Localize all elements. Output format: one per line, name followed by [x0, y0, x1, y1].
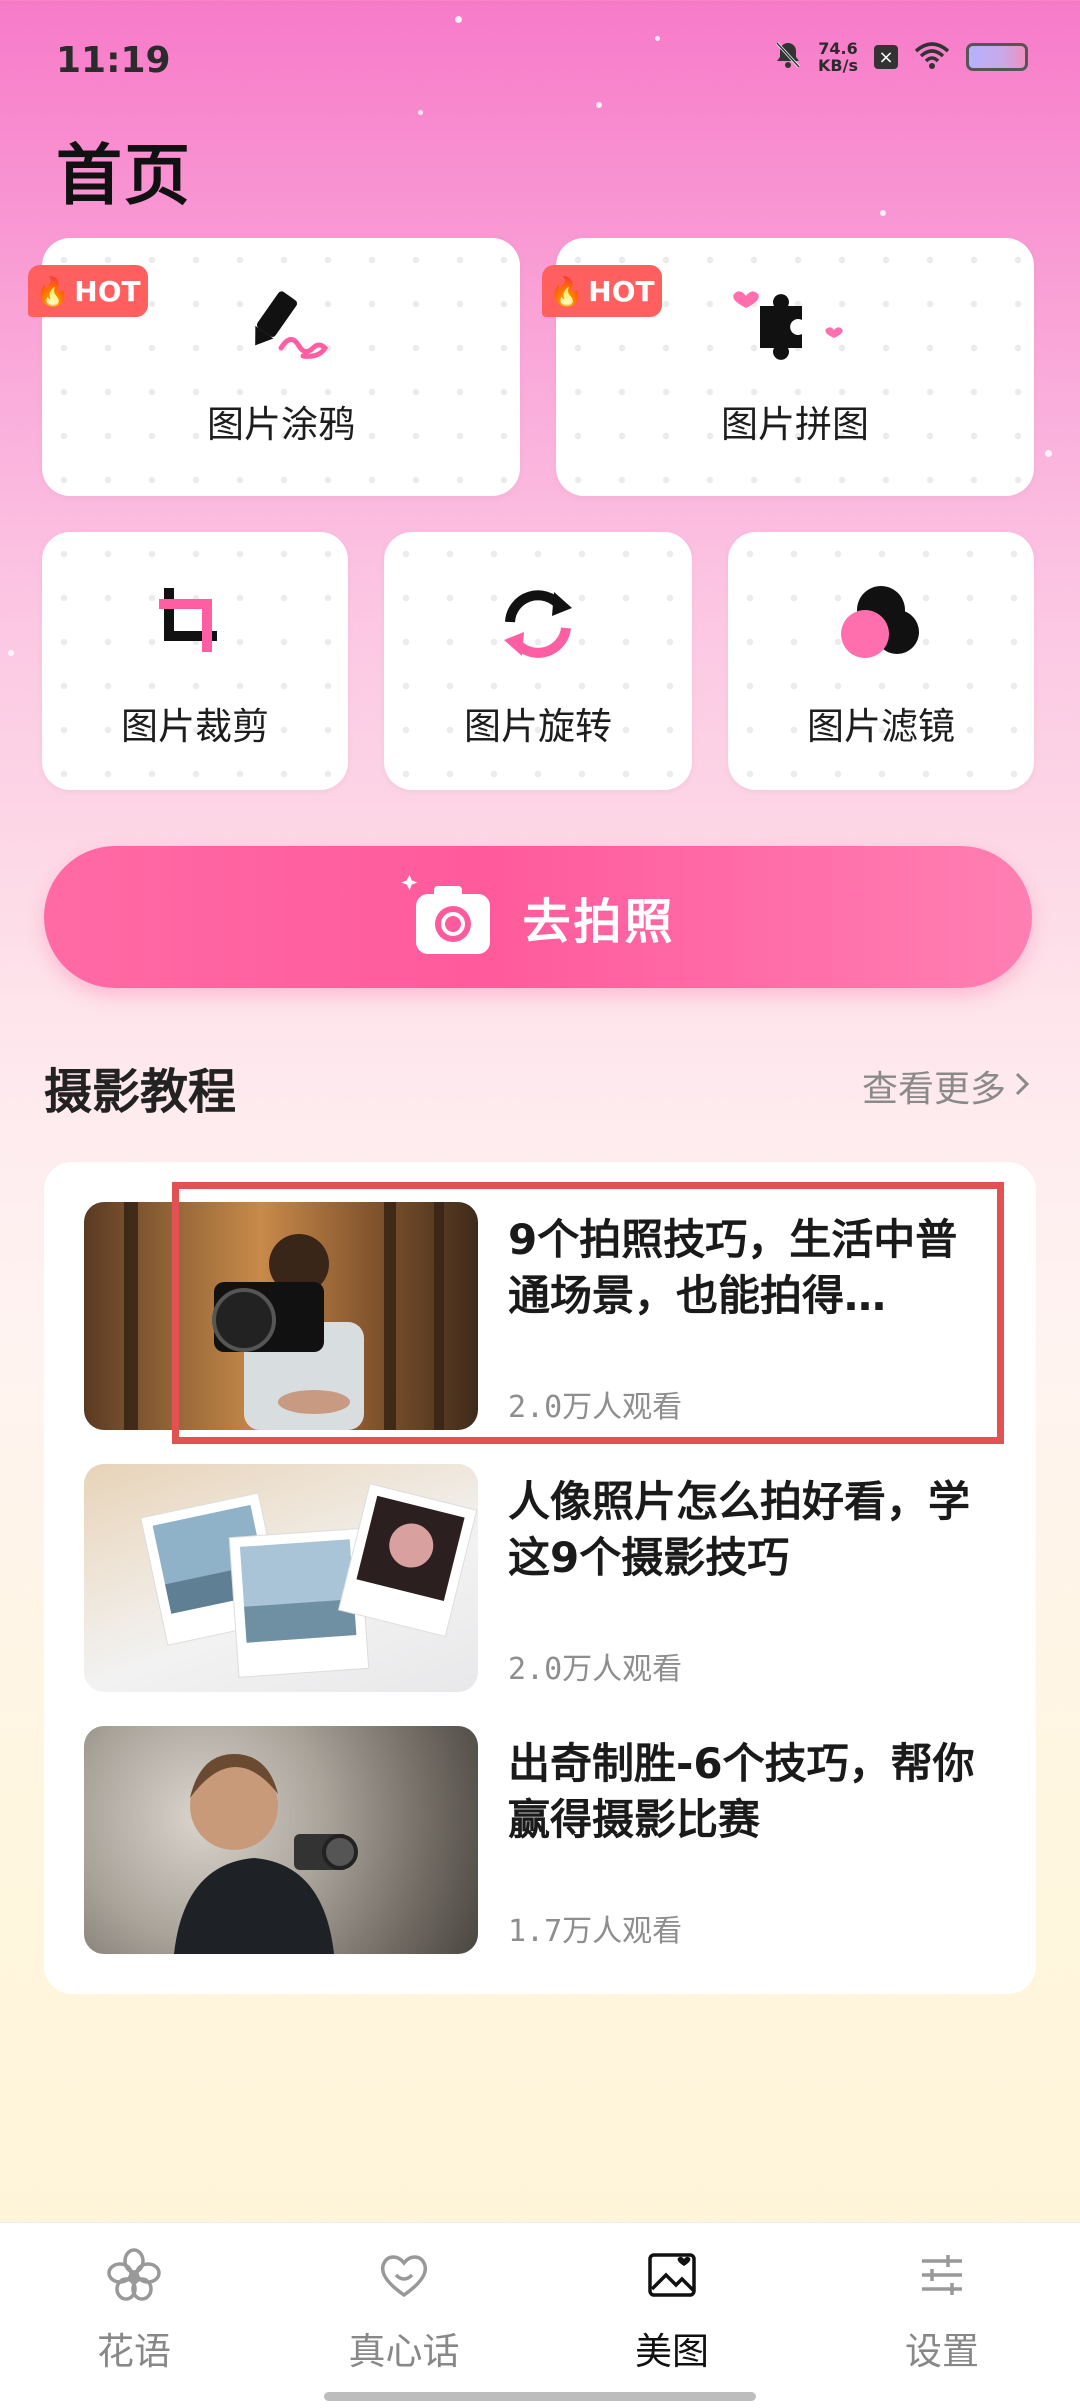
flame-icon: 🔥	[549, 274, 585, 308]
tab-settings[interactable]: 设置	[842, 2247, 1042, 2375]
net-speed-unit: KB/s	[818, 56, 858, 75]
filter-icon	[837, 582, 925, 666]
hot-badge-label: HOT	[588, 274, 655, 308]
tutorial-views: 1.7万人观看	[508, 1914, 683, 1949]
tool-label: 图片滤镜	[807, 705, 955, 748]
tutorial-thumbnail	[84, 1726, 478, 1954]
net-speed: 74.6 KB/s	[818, 40, 858, 74]
tool-card-rotate[interactable]: 图片旋转	[384, 532, 692, 790]
tool-label: 图片拼图	[721, 403, 869, 446]
tab-label: 真心话	[348, 2330, 460, 2373]
tutorial-title: 出奇制胜-6个技巧，帮你赢得摄影比赛	[508, 1739, 975, 1844]
status-time: 11:19	[56, 40, 171, 81]
bottom-tab-bar: 花语 真心话 美图 设置	[0, 2222, 1080, 2408]
tab-label: 美图	[635, 2330, 709, 2373]
highlight-box	[172, 1182, 1004, 1444]
tool-card-filter[interactable]: 图片滤镜	[728, 532, 1034, 790]
hot-badge-label: HOT	[74, 274, 141, 308]
close-box-icon: ×	[874, 45, 898, 69]
home-indicator[interactable]	[324, 2392, 756, 2401]
tab-flower-language[interactable]: 花语	[34, 2247, 234, 2375]
net-speed-value: 74.6	[818, 39, 858, 58]
take-photo-button[interactable]: 去拍照	[44, 846, 1032, 988]
puzzle-icon	[730, 282, 860, 370]
see-more-link[interactable]: 查看更多	[862, 1060, 1030, 1112]
wifi-icon	[914, 41, 950, 73]
status-bar: 11:19 74.6 KB/s ×	[0, 0, 1080, 120]
take-photo-label: 去拍照	[522, 894, 676, 950]
tutorial-views: 2.0万人观看	[508, 1652, 683, 1687]
tutorial-item[interactable]: 出奇制胜-6个技巧，帮你赢得摄影比赛 1.7万人观看	[84, 1726, 1004, 1954]
tool-label: 图片涂鸦	[207, 403, 355, 446]
tab-pictures[interactable]: 美图	[572, 2247, 772, 2375]
tab-label: 设置	[905, 2330, 979, 2373]
sparkle-decoration	[1045, 450, 1052, 457]
tool-label: 图片旋转	[464, 705, 612, 748]
sparkle-decoration	[880, 210, 886, 216]
flame-icon: 🔥	[35, 274, 71, 308]
rotate-icon	[496, 584, 580, 668]
battery-icon	[966, 43, 1028, 71]
camera-icon	[400, 870, 496, 964]
mute-icon	[774, 40, 802, 74]
graffiti-pen-icon	[231, 286, 331, 370]
tutorial-title: 人像照片怎么拍好看，学这9个摄影技巧	[508, 1477, 971, 1582]
heart-icon	[376, 2247, 432, 2307]
tool-label: 图片裁剪	[121, 705, 269, 748]
section-title: 摄影教程	[44, 1064, 237, 1120]
hot-badge: 🔥 HOT	[28, 265, 148, 317]
crop-icon	[155, 584, 235, 668]
hot-badge: 🔥 HOT	[542, 265, 662, 317]
tab-truth[interactable]: 真心话	[304, 2247, 504, 2375]
status-icons: 74.6 KB/s ×	[774, 40, 1028, 74]
page-title: 首页	[56, 137, 192, 214]
tutorial-thumbnail	[84, 1464, 478, 1692]
settings-sliders-icon	[914, 2247, 970, 2307]
sparkle-decoration	[8, 650, 14, 656]
tool-card-crop[interactable]: 图片裁剪	[42, 532, 348, 790]
see-more-label: 查看更多	[861, 1069, 1006, 1110]
tutorial-item[interactable]: 人像照片怎么拍好看，学这9个摄影技巧 2.0万人观看	[84, 1464, 1004, 1692]
flower-icon	[106, 2247, 162, 2307]
picture-icon	[644, 2247, 700, 2307]
chevron-right-icon	[1014, 1066, 1030, 1107]
tab-label: 花语	[97, 2330, 171, 2373]
